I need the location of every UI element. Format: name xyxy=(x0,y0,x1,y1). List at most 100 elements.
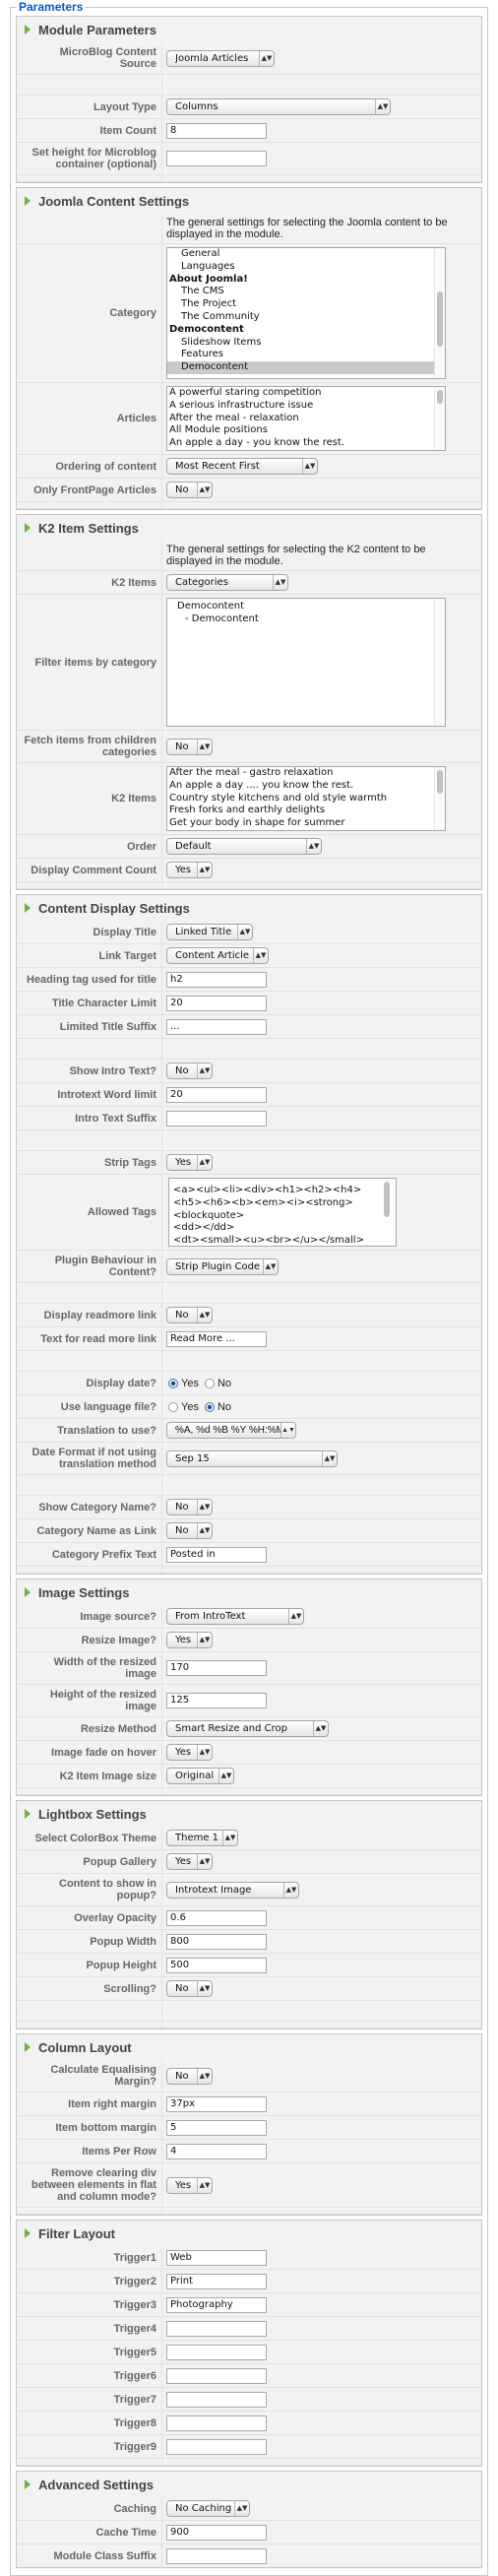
panel-header[interactable]: Joomla Content Settings xyxy=(17,188,481,214)
k2-item-option[interactable]: After the meal - gastro relaxation xyxy=(167,767,445,780)
panel-header[interactable]: Lightbox Settings xyxy=(17,1801,481,1827)
image-height-input[interactable]: 125 xyxy=(166,1693,267,1708)
scrollbar[interactable] xyxy=(381,1179,392,1246)
k2-item-option[interactable]: Get your body in shape for summer xyxy=(167,817,445,830)
readmore-text-input[interactable]: Read More ... xyxy=(166,1330,267,1347)
category-link-select[interactable]: No ▲▼ xyxy=(166,1522,213,1539)
category-option[interactable]: About Joomla! xyxy=(167,274,445,287)
category-option[interactable]: The Community xyxy=(167,311,445,324)
title-suffix-input[interactable]: ... xyxy=(166,1018,267,1035)
category-option[interactable]: General xyxy=(167,248,445,261)
k2-item-option[interactable]: An apple a day .... you know the rest. xyxy=(167,780,445,793)
panel-header[interactable]: Column Layout xyxy=(17,2034,481,2060)
k2-item-option[interactable]: Country style kitchens and old style war… xyxy=(167,793,445,805)
category-option[interactable]: Democontent xyxy=(167,324,445,337)
category-option[interactable]: Features xyxy=(167,349,445,361)
panel-header[interactable]: Filter Layout xyxy=(17,2221,481,2246)
image-fade-select[interactable]: Yes ▲▼ xyxy=(166,1744,213,1761)
panel-header[interactable]: K2 Item Settings xyxy=(17,515,481,541)
category-prefix-input[interactable]: Posted in xyxy=(166,1546,267,1563)
remove-clearing-select[interactable]: Yes ▲▼ xyxy=(166,2176,213,2194)
overlay-opacity-input[interactable]: 0.6 xyxy=(166,1909,267,1926)
scrollbar[interactable] xyxy=(434,599,445,726)
intro-suffix-input[interactable] xyxy=(166,1110,267,1127)
trigger5-input[interactable] xyxy=(166,2344,267,2360)
display-date-yes-radio[interactable] xyxy=(168,1378,178,1388)
article-option[interactable]: An apple a day - you know the rest. xyxy=(167,437,445,450)
items-per-row-input[interactable]: 4 xyxy=(166,2143,267,2159)
trigger9-input[interactable] xyxy=(166,2438,267,2455)
article-option[interactable]: After the meal - relaxation xyxy=(167,413,445,425)
heading-tag-input[interactable]: h2 xyxy=(166,971,267,988)
comment-count-select[interactable]: Yes ▲▼ xyxy=(166,862,213,878)
filter-category-option[interactable]: Democontent xyxy=(167,601,445,613)
articles-multiselect[interactable]: A powerful staring competition A serious … xyxy=(166,386,446,451)
image-width-input[interactable]: 170 xyxy=(166,1660,267,1676)
colorbox-theme-select[interactable]: Theme 1 ▲▼ xyxy=(166,1830,238,1846)
popup-gallery-select[interactable]: Yes ▲▼ xyxy=(166,1853,213,1870)
layout-type-select[interactable]: Columns ▲▼ xyxy=(166,98,391,115)
trigger1-input[interactable]: Web xyxy=(166,2249,267,2266)
intro-limit-input[interactable]: 20 xyxy=(166,1086,267,1103)
strip-tags-select[interactable]: Yes ▲▼ xyxy=(166,1154,213,1171)
item-count-input[interactable]: 8 xyxy=(166,122,267,139)
popup-width-input[interactable]: 800 xyxy=(166,1933,267,1950)
article-option[interactable]: All Module positions xyxy=(167,424,445,437)
category-option[interactable]: Democontent xyxy=(167,361,434,374)
ordering-select[interactable]: Most Recent First ▲▼ xyxy=(166,458,318,475)
filter-category-multiselect[interactable]: Democontent - Democontent xyxy=(166,598,446,727)
scrolling-select[interactable]: No ▲▼ xyxy=(166,1980,213,1997)
filter-category-option[interactable]: - Democontent xyxy=(167,613,445,626)
article-option[interactable]: A serious infrastructure issue xyxy=(167,400,445,413)
order-select[interactable]: Default ▲▼ xyxy=(166,838,322,855)
category-multiselect[interactable]: General Languages About Joomla! The CMS The … xyxy=(166,247,446,379)
class-suffix-input[interactable] xyxy=(166,2547,267,2564)
panel-header[interactable]: Content Display Settings xyxy=(17,895,481,921)
k2-items-mode-select[interactable]: Categories ▲▼ xyxy=(166,574,288,591)
translation-select[interactable]: %A, %d %B %Y %H:%M ▲▼ xyxy=(166,1422,296,1439)
panel-header[interactable]: Image Settings xyxy=(17,1579,481,1605)
trigger6-input[interactable] xyxy=(166,2367,267,2384)
frontpage-select[interactable]: No ▲▼ xyxy=(166,482,213,498)
fetch-children-select[interactable]: No ▲▼ xyxy=(166,738,213,755)
use-language-yes-radio[interactable] xyxy=(168,1401,178,1412)
trigger8-input[interactable] xyxy=(166,2415,267,2431)
category-option[interactable]: The Project xyxy=(167,298,445,311)
display-date-no-radio[interactable] xyxy=(204,1378,215,1388)
right-margin-input[interactable]: 37px xyxy=(166,2095,267,2112)
trigger7-input[interactable] xyxy=(166,2391,267,2408)
popup-content-select[interactable]: Introtext Image ▲▼ xyxy=(166,1881,299,1899)
scrollbar[interactable] xyxy=(434,767,445,830)
cache-time-input[interactable]: 900 xyxy=(166,2524,267,2541)
panel-header[interactable]: Module Parameters xyxy=(17,17,481,42)
panel-header[interactable]: Advanced Settings xyxy=(17,2472,481,2497)
container-height-input[interactable] xyxy=(166,151,267,166)
show-category-select[interactable]: No ▲▼ xyxy=(166,1499,213,1515)
category-option[interactable]: Slideshow Items xyxy=(167,337,445,350)
category-option[interactable]: The CMS xyxy=(167,286,445,298)
readmore-select[interactable]: No ▲▼ xyxy=(166,1307,213,1323)
use-language-no-radio[interactable] xyxy=(204,1401,215,1412)
bottom-margin-input[interactable]: 5 xyxy=(166,2119,267,2136)
image-source-select[interactable]: From IntroText ▲▼ xyxy=(166,1608,304,1625)
caching-select[interactable]: No Caching ▲▼ xyxy=(166,2500,250,2517)
date-format-select[interactable]: Sep 15 ▲▼ xyxy=(166,1449,338,1467)
scrollbar[interactable] xyxy=(434,387,445,450)
resize-image-select[interactable]: Yes ▲▼ xyxy=(166,1632,213,1648)
show-intro-select[interactable]: No ▲▼ xyxy=(166,1063,213,1079)
link-target-select[interactable]: Content Article ▲▼ xyxy=(166,947,269,964)
trigger4-input[interactable] xyxy=(166,2320,267,2337)
article-option[interactable]: A powerful staring competition xyxy=(167,387,445,400)
trigger2-input[interactable]: Print xyxy=(166,2273,267,2289)
plugin-behaviour-select[interactable]: Strip Plugin Code ▲▼ xyxy=(166,1257,279,1275)
content-source-select[interactable]: Joomla Articles ▲▼ xyxy=(166,49,275,67)
allowed-tags-textarea[interactable]: <a><ul><li><div><h1><h2><h4> <h5><h6><b><… xyxy=(168,1178,397,1247)
popup-height-input[interactable]: 500 xyxy=(166,1957,267,1973)
category-option[interactable]: Languages xyxy=(167,261,445,274)
title-limit-input[interactable]: 20 xyxy=(166,995,267,1011)
resize-method-select[interactable]: Smart Resize and Crop ▲▼ xyxy=(166,1720,329,1737)
display-title-select[interactable]: Linked Title ▲▼ xyxy=(166,924,253,940)
equalise-margin-select[interactable]: No ▲▼ xyxy=(166,2067,213,2085)
k2-items-multiselect[interactable]: After the meal - gastro relaxation An app… xyxy=(166,766,446,831)
k2-item-option[interactable]: Fresh forks and earthly delights xyxy=(167,805,445,817)
